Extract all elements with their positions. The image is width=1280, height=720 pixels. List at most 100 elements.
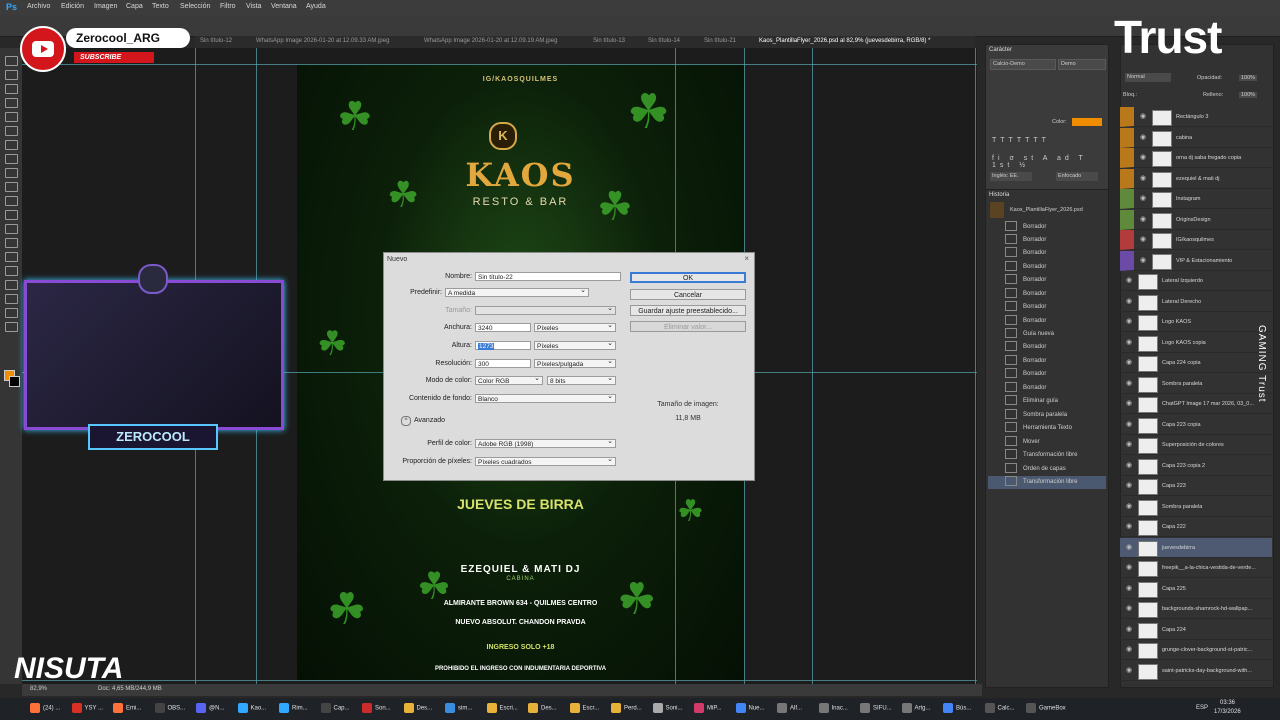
- anchura-input[interactable]: 3240: [475, 323, 531, 332]
- modo-select[interactable]: Color RGB: [475, 374, 543, 385]
- shape-tool-icon[interactable]: [5, 294, 18, 304]
- layer-row[interactable]: ◉ Lateral Derecho: [1120, 292, 1272, 312]
- taskbar-app[interactable]: Son...: [362, 703, 391, 713]
- history-item[interactable]: Herramienta Texto: [988, 422, 1106, 435]
- dodge-tool-icon[interactable]: [5, 238, 18, 248]
- taskbar-app[interactable]: Soni...: [652, 703, 683, 713]
- visibility-eye-icon[interactable]: ◉: [1123, 661, 1135, 681]
- history-item[interactable]: Borrador: [988, 382, 1106, 395]
- layer-row[interactable]: ◉ Capa 223 copia 2: [1120, 456, 1272, 476]
- clock-time[interactable]: 03:36: [1220, 700, 1235, 706]
- taskbar-app[interactable]: Escr...: [569, 703, 599, 713]
- healing-brush-icon[interactable]: [5, 140, 18, 150]
- tab-doc[interactable]: Sin título-12: [200, 38, 232, 44]
- history-item[interactable]: Borrador: [988, 315, 1106, 328]
- taskbar-app[interactable]: YSY ...: [71, 703, 103, 713]
- menu-archivo[interactable]: Archivo: [27, 3, 50, 10]
- menu-ventana[interactable]: Ventana: [271, 3, 297, 10]
- menu-imagen[interactable]: Imagen: [94, 3, 117, 10]
- layer-row[interactable]: ◉ Capa 225: [1120, 579, 1272, 599]
- font-style-select[interactable]: Demo: [1058, 59, 1106, 70]
- history-item[interactable]: Orden de capas: [988, 463, 1106, 476]
- taskbar-app[interactable]: Kao...: [237, 703, 266, 713]
- visibility-eye-icon[interactable]: ◉: [1123, 353, 1135, 373]
- stamp-tool-icon[interactable]: [5, 168, 18, 178]
- visibility-eye-icon[interactable]: ◉: [1123, 558, 1135, 578]
- altura-input[interactable]: 1273: [475, 341, 531, 350]
- altura-unit-select[interactable]: Píxeles: [534, 339, 616, 350]
- type-tool-icon[interactable]: [5, 266, 18, 276]
- history-item[interactable]: Borrador: [988, 368, 1106, 381]
- resolucion-input[interactable]: 300: [475, 359, 531, 368]
- font-family-select[interactable]: Calcio-Demo: [990, 59, 1056, 70]
- path-select-icon[interactable]: [5, 280, 18, 290]
- history-brush-icon[interactable]: [5, 182, 18, 192]
- visibility-eye-icon[interactable]: ◉: [1123, 292, 1135, 312]
- fondo-select[interactable]: Blanco: [475, 392, 616, 403]
- taskbar-app[interactable]: Alf...: [777, 703, 802, 713]
- clock-date[interactable]: 17/3/2026: [1214, 709, 1241, 715]
- visibility-eye-icon[interactable]: ◉: [1123, 579, 1135, 599]
- menu-vista[interactable]: Vista: [246, 3, 261, 10]
- taskbar-app[interactable]: Perd...: [611, 703, 642, 713]
- blend-mode-select[interactable]: Normal: [1125, 73, 1171, 82]
- taskbar-app[interactable]: Inac...: [818, 703, 848, 713]
- history-item[interactable]: Mover: [988, 436, 1106, 449]
- layer-row[interactable]: ◉ Capa 223 copia: [1120, 415, 1272, 435]
- layer-row[interactable]: ◉ Capa 224 copia: [1120, 353, 1272, 373]
- opacity-value[interactable]: 100%: [1239, 75, 1258, 81]
- menu-texto[interactable]: Texto: [152, 3, 169, 10]
- layer-row[interactable]: ◉ Sombra paralela: [1120, 374, 1272, 394]
- hand-tool-icon[interactable]: [5, 308, 18, 318]
- nombre-input[interactable]: Sin título-22: [475, 272, 621, 281]
- history-item[interactable]: Borrador: [988, 288, 1106, 301]
- taskbar-app[interactable]: Rim...: [279, 703, 308, 713]
- zoom-tool-icon[interactable]: [5, 322, 18, 332]
- visibility-eye-icon[interactable]: ◉: [1137, 210, 1149, 230]
- history-item-selected[interactable]: Transformación libre: [988, 476, 1106, 489]
- layer-row[interactable]: ◉ Rectángulo 3: [1120, 107, 1272, 127]
- layer-row[interactable]: ◉ Capa 222: [1120, 517, 1272, 537]
- history-item[interactable]: Borrador: [988, 261, 1106, 274]
- language-indicator[interactable]: ESP: [1196, 705, 1208, 711]
- layer-row[interactable]: ◉ Logo KAOS: [1120, 312, 1272, 332]
- history-item[interactable]: Borrador: [988, 221, 1106, 234]
- layer-row[interactable]: ◉ Superposición de colores: [1120, 435, 1272, 455]
- visibility-eye-icon[interactable]: ◉: [1123, 538, 1135, 558]
- marquee-tool-icon[interactable]: [5, 70, 18, 80]
- eraser-tool-icon[interactable]: [5, 196, 18, 206]
- cancel-button[interactable]: Cancelar: [630, 289, 746, 300]
- tab-doc[interactable]: WhatsApp Image 2026-01-20 at 12.09.33 AM…: [256, 38, 389, 44]
- taskbar-app[interactable]: Emi...: [113, 703, 141, 713]
- tab-doc[interactable]: WhatsApp Image 2026-01-20 at 12.09.19 AM…: [424, 38, 557, 44]
- language-select[interactable]: Inglés: EE.: [990, 172, 1032, 181]
- menu-capa[interactable]: Capa: [126, 3, 143, 10]
- text-color-swatch[interactable]: [1072, 118, 1102, 126]
- taskbar-app[interactable]: GameBox: [1026, 703, 1066, 713]
- visibility-eye-icon[interactable]: ◉: [1137, 230, 1149, 250]
- gradient-tool-icon[interactable]: [5, 210, 18, 220]
- visibility-eye-icon[interactable]: ◉: [1123, 517, 1135, 537]
- layer-row[interactable]: ◉ Instagram: [1120, 189, 1272, 209]
- taskbar-app[interactable]: Nue...: [735, 703, 765, 713]
- visibility-eye-icon[interactable]: ◉: [1123, 456, 1135, 476]
- layer-row[interactable]: ◉ ezequiel & mati dj: [1120, 168, 1272, 189]
- layer-row[interactable]: ◉ orna dj saba fregado copia: [1120, 148, 1272, 168]
- layer-row[interactable]: ◉ IG/kaosquilmes: [1120, 230, 1272, 250]
- layer-row[interactable]: ◉ Capa 223: [1120, 476, 1272, 496]
- taskbar-app[interactable]: @N...: [196, 703, 224, 713]
- taskbar-app[interactable]: Bús...: [943, 703, 971, 713]
- lasso-tool-icon[interactable]: [5, 84, 18, 94]
- taskbar-app[interactable]: Artg...: [901, 703, 931, 713]
- history-item[interactable]: Borrador: [988, 341, 1106, 354]
- menu-ayuda[interactable]: Ayuda: [306, 3, 326, 10]
- visibility-eye-icon[interactable]: ◉: [1137, 189, 1149, 209]
- visibility-eye-icon[interactable]: ◉: [1123, 394, 1135, 414]
- visibility-eye-icon[interactable]: ◉: [1123, 640, 1135, 660]
- visibility-eye-icon[interactable]: ◉: [1137, 251, 1149, 271]
- history-item[interactable]: Borrador: [988, 247, 1106, 260]
- visibility-eye-icon[interactable]: ◉: [1137, 128, 1149, 148]
- text-style-buttons[interactable]: TTTTTTT: [992, 137, 1102, 145]
- layer-row[interactable]: ◉ VIP & Estacionamiento: [1120, 250, 1272, 271]
- visibility-eye-icon[interactable]: ◉: [1123, 415, 1135, 435]
